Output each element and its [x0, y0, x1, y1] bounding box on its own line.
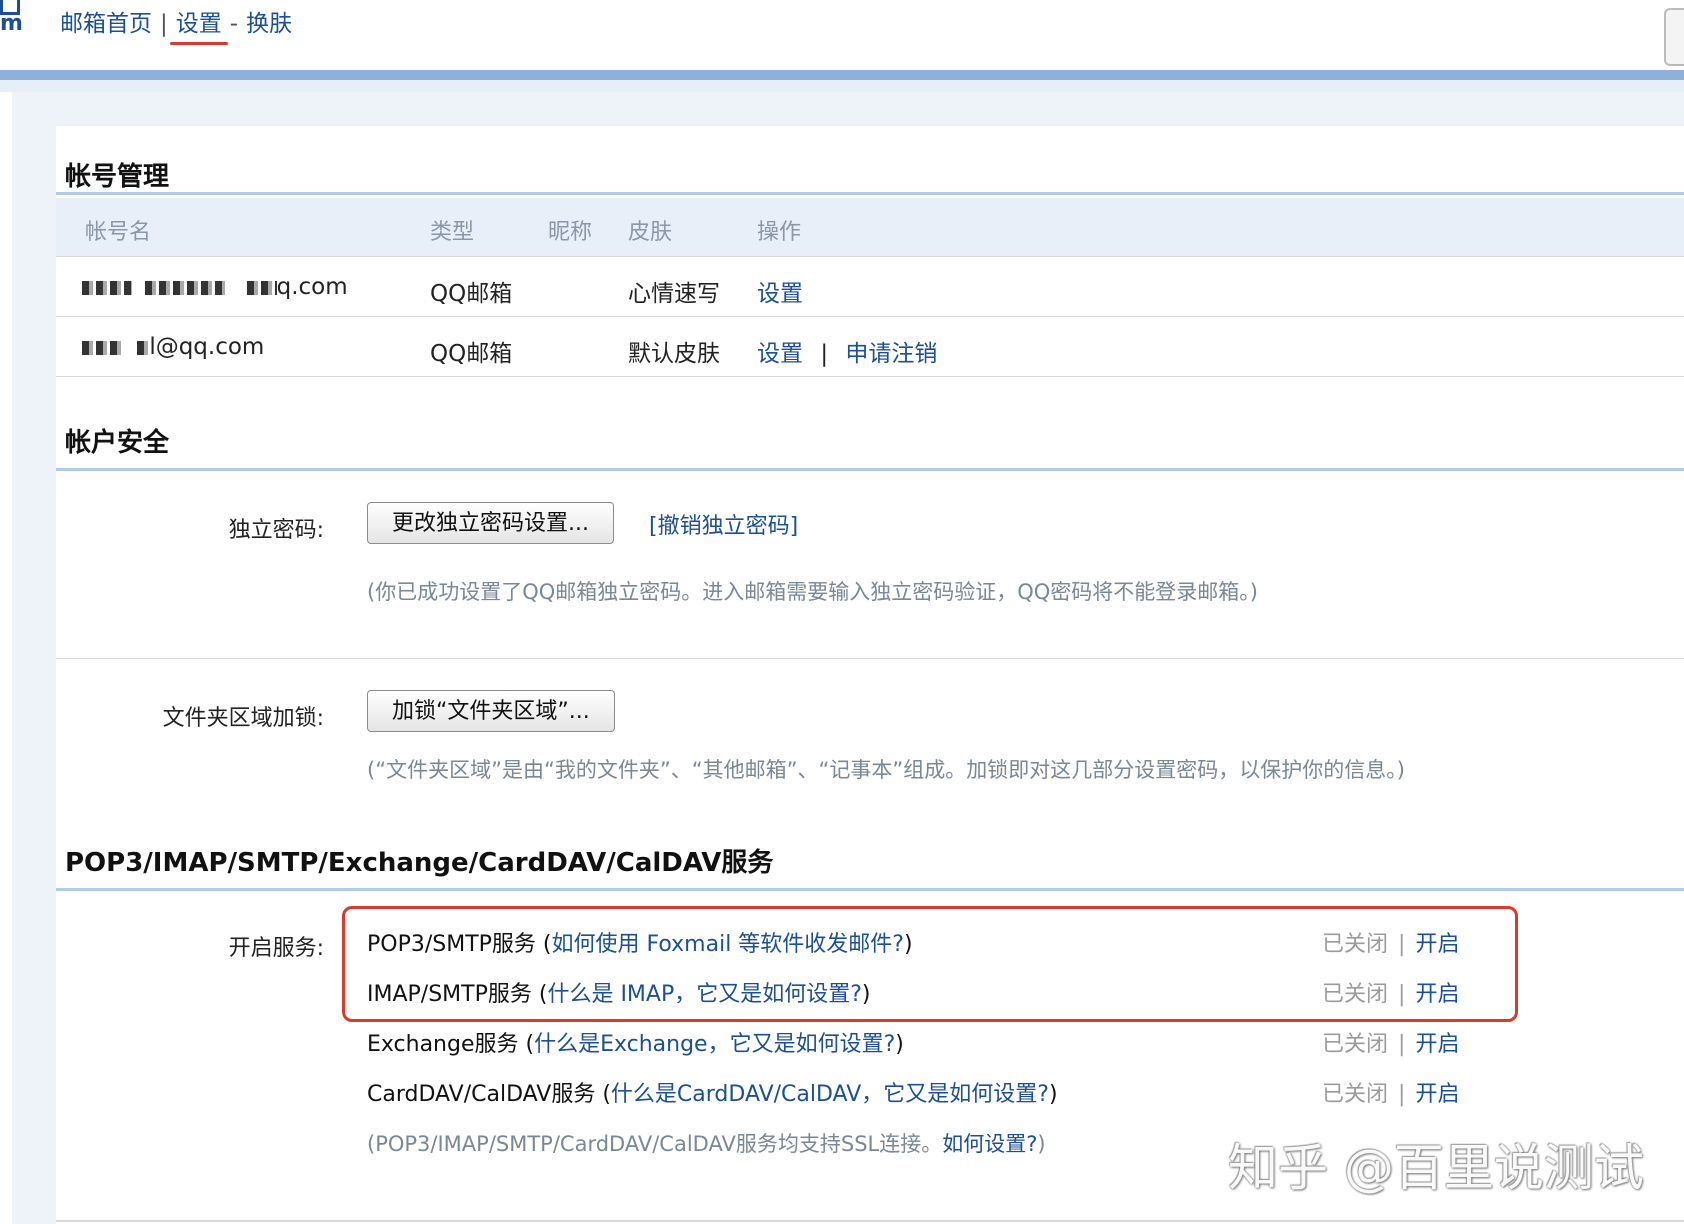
- status-separator: |: [1398, 1082, 1406, 1107]
- bottom-divider: [56, 1220, 1684, 1222]
- section-rule-accounts: [56, 192, 1684, 195]
- section-rule-services: [56, 888, 1684, 891]
- paren: ): [895, 1032, 904, 1057]
- table-row: q.com: [82, 274, 348, 300]
- top-nav: 邮箱首页 | 设置 - 换肤: [60, 4, 292, 38]
- redacted-text: [137, 340, 150, 355]
- row-divider: [56, 376, 1684, 377]
- ssl-help-link[interactable]: 如何设置?: [942, 1132, 1037, 1156]
- section-rule-security: [56, 468, 1684, 471]
- service-name: POP3/SMTP服务: [367, 932, 536, 957]
- paren: (: [602, 1082, 611, 1107]
- nav-skin-link[interactable]: 换肤: [246, 11, 292, 37]
- account-type: QQ邮箱: [430, 281, 513, 307]
- top-bar: m 邮箱首页 | 设置 - 换肤: [0, 0, 1684, 72]
- cancel-account-link[interactable]: 申请注销: [845, 341, 937, 367]
- nav-settings-link[interactable]: 设置: [176, 11, 222, 37]
- ssl-note: (POP3/IMAP/SMTP/CardDAV/CalDAV服务均支持SSL连接…: [367, 1128, 1046, 1158]
- independent-password-label: 独立密码:: [228, 518, 324, 543]
- nav-separator: |: [160, 11, 168, 37]
- col-header-type: 类型: [430, 220, 475, 245]
- action-separator: |: [820, 341, 829, 367]
- section-divider: [56, 658, 1684, 659]
- paren: ): [1037, 1132, 1046, 1156]
- account-skin: 默认皮肤: [628, 341, 720, 367]
- paren: ): [861, 982, 871, 1007]
- service-imap-smtp: IMAP/SMTP服务 (什么是 IMAP，它又是如何设置?): [367, 976, 871, 1008]
- service-status: 已关闭 | 开启: [1322, 976, 1459, 1008]
- section-title-security: 帐户安全: [65, 428, 170, 458]
- col-header-skin: 皮肤: [628, 220, 673, 245]
- col-header-nickname: 昵称: [548, 220, 593, 245]
- accounts-table-header: [56, 198, 1684, 256]
- paren: ): [1048, 1082, 1058, 1107]
- status-closed: 已关闭: [1322, 982, 1389, 1007]
- service-status: 已关闭 | 开启: [1322, 1076, 1459, 1108]
- redacted-text: [246, 280, 277, 295]
- header-band: [0, 70, 1684, 80]
- service-exchange: Exchange服务 (什么是Exchange，它又是如何设置?): [367, 1026, 904, 1058]
- redacted-text: [145, 280, 226, 295]
- enable-carddav-link[interactable]: 开启: [1415, 1082, 1459, 1107]
- nav-dash: -: [229, 11, 239, 37]
- service-pop3-smtp: POP3/SMTP服务 (如何使用 Foxmail 等软件收发邮件?): [367, 926, 913, 958]
- paren: (: [525, 1032, 535, 1057]
- service-name: IMAP/SMTP服务: [367, 982, 532, 1007]
- service-help-link[interactable]: 什么是CardDAV/CalDAV，它又是如何设置?: [611, 1082, 1049, 1107]
- table-row: l@qq.com: [82, 334, 264, 360]
- header-shadow: [0, 80, 1684, 92]
- paren: ): [904, 932, 913, 957]
- change-password-button[interactable]: 更改独立密码设置...: [367, 502, 614, 544]
- status-separator: |: [1398, 982, 1406, 1007]
- account-type: QQ邮箱: [430, 341, 513, 367]
- row-divider: [56, 256, 1684, 257]
- redacted-text: [82, 280, 132, 295]
- ssl-note-text: (POP3/IMAP/SMTP/CardDAV/CalDAV服务均支持SSL连接…: [367, 1132, 943, 1156]
- lock-folder-area-button[interactable]: 加锁“文件夹区域”...: [367, 690, 615, 732]
- account-skin: 心情速写: [628, 281, 720, 307]
- col-header-name: 帐号名: [85, 220, 152, 245]
- section-title-accounts: 帐号管理: [65, 162, 170, 192]
- account-name: q.com: [276, 274, 348, 300]
- redacted-text: [82, 340, 122, 355]
- section-title-services: POP3/IMAP/SMTP/Exchange/CardDAV/CalDAV服务: [65, 848, 774, 878]
- paren: (: [542, 932, 552, 957]
- service-help-link[interactable]: 如何使用 Foxmail 等软件收发邮件?: [552, 932, 904, 957]
- service-carddav-caldav: CardDAV/CalDAV服务 (什么是CardDAV/CalDAV，它又是如…: [367, 1076, 1058, 1108]
- status-separator: |: [1398, 1032, 1406, 1057]
- folder-lock-note: (“文件夹区域”是由“我的文件夹”、“其他邮箱”、“记事本”组成。加锁即对这几部…: [367, 758, 1405, 782]
- status-closed: 已关闭: [1322, 932, 1389, 957]
- status-closed: 已关闭: [1322, 1082, 1389, 1107]
- account-settings-link[interactable]: 设置: [757, 341, 803, 367]
- service-status: 已关闭 | 开启: [1322, 1026, 1459, 1058]
- side-handle[interactable]: [1664, 8, 1684, 66]
- revoke-password-link[interactable]: [撤销独立密码]: [649, 508, 798, 540]
- password-note: (你已成功设置了QQ邮箱独立密码。进入邮箱需要输入独立密码验证，QQ密码将不能登…: [367, 580, 1258, 604]
- logo-fragment: m: [0, 0, 23, 35]
- account-settings-link[interactable]: 设置: [757, 274, 803, 308]
- col-header-actions: 操作: [757, 220, 802, 245]
- enable-services-label: 开启服务:: [228, 936, 324, 961]
- service-status: 已关闭 | 开启: [1322, 926, 1459, 958]
- folder-lock-label: 文件夹区域加锁:: [162, 706, 324, 731]
- account-actions: 设置 | 申请注销: [757, 334, 937, 368]
- status-separator: |: [1398, 932, 1406, 957]
- account-name: l@qq.com: [149, 334, 265, 360]
- enable-pop3-link[interactable]: 开启: [1415, 932, 1459, 957]
- row-divider: [56, 316, 1684, 317]
- watermark: 知乎 @百里说测试: [1228, 1139, 1644, 1197]
- service-name: Exchange服务: [367, 1032, 519, 1057]
- enable-imap-link[interactable]: 开启: [1415, 982, 1459, 1007]
- service-help-link[interactable]: 什么是 IMAP，它又是如何设置?: [547, 982, 861, 1007]
- enable-exchange-link[interactable]: 开启: [1415, 1032, 1459, 1057]
- service-name: CardDAV/CalDAV服务: [367, 1082, 596, 1107]
- status-closed: 已关闭: [1322, 1032, 1389, 1057]
- nav-mail-home-link[interactable]: 邮箱首页: [60, 11, 152, 37]
- service-help-link[interactable]: 什么是Exchange，它又是如何设置?: [534, 1032, 895, 1057]
